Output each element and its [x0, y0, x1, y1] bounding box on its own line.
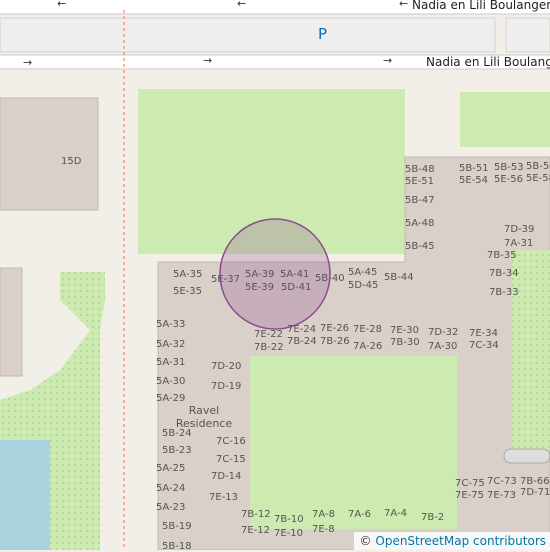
grass-area-northeast	[460, 92, 550, 147]
building-left-small	[0, 267, 23, 377]
address-label: 7E-26	[320, 323, 350, 334]
address-label: 7A-4	[384, 508, 407, 519]
address-label: 5E-58	[526, 173, 550, 184]
map-canvas[interactable]: ← ← ← → → → Nadia en Lili Boulangerp Nad…	[0, 0, 550, 552]
address-label: 7E-24	[287, 324, 317, 335]
address-label: 5B-44	[384, 272, 414, 283]
address-label: 5A-23	[156, 502, 186, 513]
address-label: 7E-10	[274, 528, 304, 539]
oneway-arrow-icon: →	[383, 54, 393, 67]
address-label: 5B-53	[494, 162, 524, 173]
address-label: 7D-20	[211, 361, 242, 372]
map-base-layer	[0, 0, 550, 550]
address-label: 5E-51	[405, 176, 435, 187]
map-attribution: © OpenStreetMap contributors	[353, 532, 550, 550]
footbridge	[503, 448, 550, 464]
address-label: 5D-41	[281, 282, 312, 293]
address-label: 7A-26	[353, 341, 383, 352]
address-label: 7A-31	[504, 238, 534, 249]
address-label: 7E-34	[469, 328, 499, 339]
address-label: 7E-12	[241, 525, 271, 536]
address-label: 7B-34	[489, 268, 519, 279]
oneway-arrow-icon: ←	[237, 0, 247, 10]
address-label: 7B-24	[287, 336, 317, 347]
named-building-label: Ravel Residence	[175, 404, 233, 430]
building-15d	[0, 97, 99, 211]
address-label: 7D-71	[520, 487, 550, 498]
address-label: 5E-37	[211, 274, 241, 285]
building-number-label: 15D	[61, 156, 82, 167]
address-label: 5A-39	[245, 269, 275, 280]
parking-icon: P	[318, 25, 328, 43]
oneway-arrow-icon: ←	[57, 0, 67, 10]
address-label: 7E-75	[455, 490, 485, 501]
address-label: 7B-33	[489, 287, 519, 298]
address-label: 5B-48	[405, 164, 435, 175]
address-label: 5E-56	[494, 174, 524, 185]
address-label: 7C-75	[455, 478, 485, 489]
address-label: 7A-6	[348, 509, 371, 520]
address-label: 7E-73	[487, 490, 517, 501]
water-area	[0, 440, 50, 550]
address-label: 5D-45	[348, 280, 379, 291]
address-label: 7E-30	[390, 325, 420, 336]
address-label: 5A-32	[156, 339, 186, 350]
address-label: 7E-8	[312, 524, 335, 535]
address-label: 7E-22	[254, 329, 284, 340]
courtyard-south	[250, 356, 457, 529]
address-label: 5B-47	[405, 195, 435, 206]
address-label: 7C-16	[216, 436, 246, 447]
address-label: 5B-19	[162, 521, 192, 532]
oneway-arrow-icon: ←	[399, 0, 409, 10]
address-label: 5A-48	[405, 218, 435, 229]
road-name-top: Nadia en Lili Boulangerp	[412, 0, 550, 12]
address-label: 5E-35	[173, 286, 203, 297]
address-label: 5A-33	[156, 319, 186, 330]
address-label: 5E-54	[459, 175, 489, 186]
address-label: 7B-66	[520, 476, 550, 487]
address-label: 5B-18	[162, 541, 192, 552]
oneway-arrow-icon: →	[203, 54, 213, 67]
address-label: 7D-39	[504, 224, 535, 235]
address-label: 5B-23	[162, 445, 192, 456]
address-label: 5A-29	[156, 393, 186, 404]
address-label: 7B-10	[274, 514, 304, 525]
address-label: 5B-45	[405, 241, 435, 252]
address-label: 7C-34	[469, 340, 499, 351]
address-label: 7B-26	[320, 336, 350, 347]
copyright-symbol: ©	[359, 534, 372, 548]
address-label: 7B-2	[421, 512, 445, 523]
address-label: 7A-30	[428, 341, 458, 352]
address-label: 7B-35	[487, 250, 517, 261]
address-label: 7B-30	[390, 337, 420, 348]
address-label: 7E-28	[353, 324, 383, 335]
address-label: 5A-25	[156, 463, 186, 474]
address-label: 7D-14	[211, 471, 242, 482]
parking-area-right	[505, 17, 550, 53]
address-label: 5A-31	[156, 357, 186, 368]
address-label: 7D-19	[211, 381, 242, 392]
address-label: 5A-35	[173, 269, 203, 280]
address-label: 7D-32	[428, 327, 459, 338]
attribution-link[interactable]: OpenStreetMap contributors	[375, 534, 546, 548]
address-label: 7E-13	[209, 492, 239, 503]
address-label: 7C-73	[487, 476, 517, 487]
address-label: 7A-8	[312, 509, 335, 520]
address-label: 5B-51	[459, 163, 489, 174]
address-label: 5E-39	[245, 282, 275, 293]
address-label: 5A-45	[348, 267, 378, 278]
address-label: 5A-30	[156, 376, 186, 387]
address-label: 5A-41	[280, 269, 310, 280]
road-name-bottom: Nadia en Lili Boulange	[426, 55, 550, 69]
address-label: 7B-12	[241, 509, 271, 520]
oneway-arrow-icon: →	[23, 56, 33, 69]
parking-area	[0, 17, 496, 53]
address-label: 7B-22	[254, 342, 284, 353]
address-label: 5B-24	[162, 428, 192, 439]
address-label: 5B-40	[315, 273, 345, 284]
address-label: 7C-15	[216, 454, 246, 465]
courtyard-east	[512, 250, 550, 450]
address-label: 5B-55	[526, 161, 550, 172]
address-label: 5A-24	[156, 483, 186, 494]
